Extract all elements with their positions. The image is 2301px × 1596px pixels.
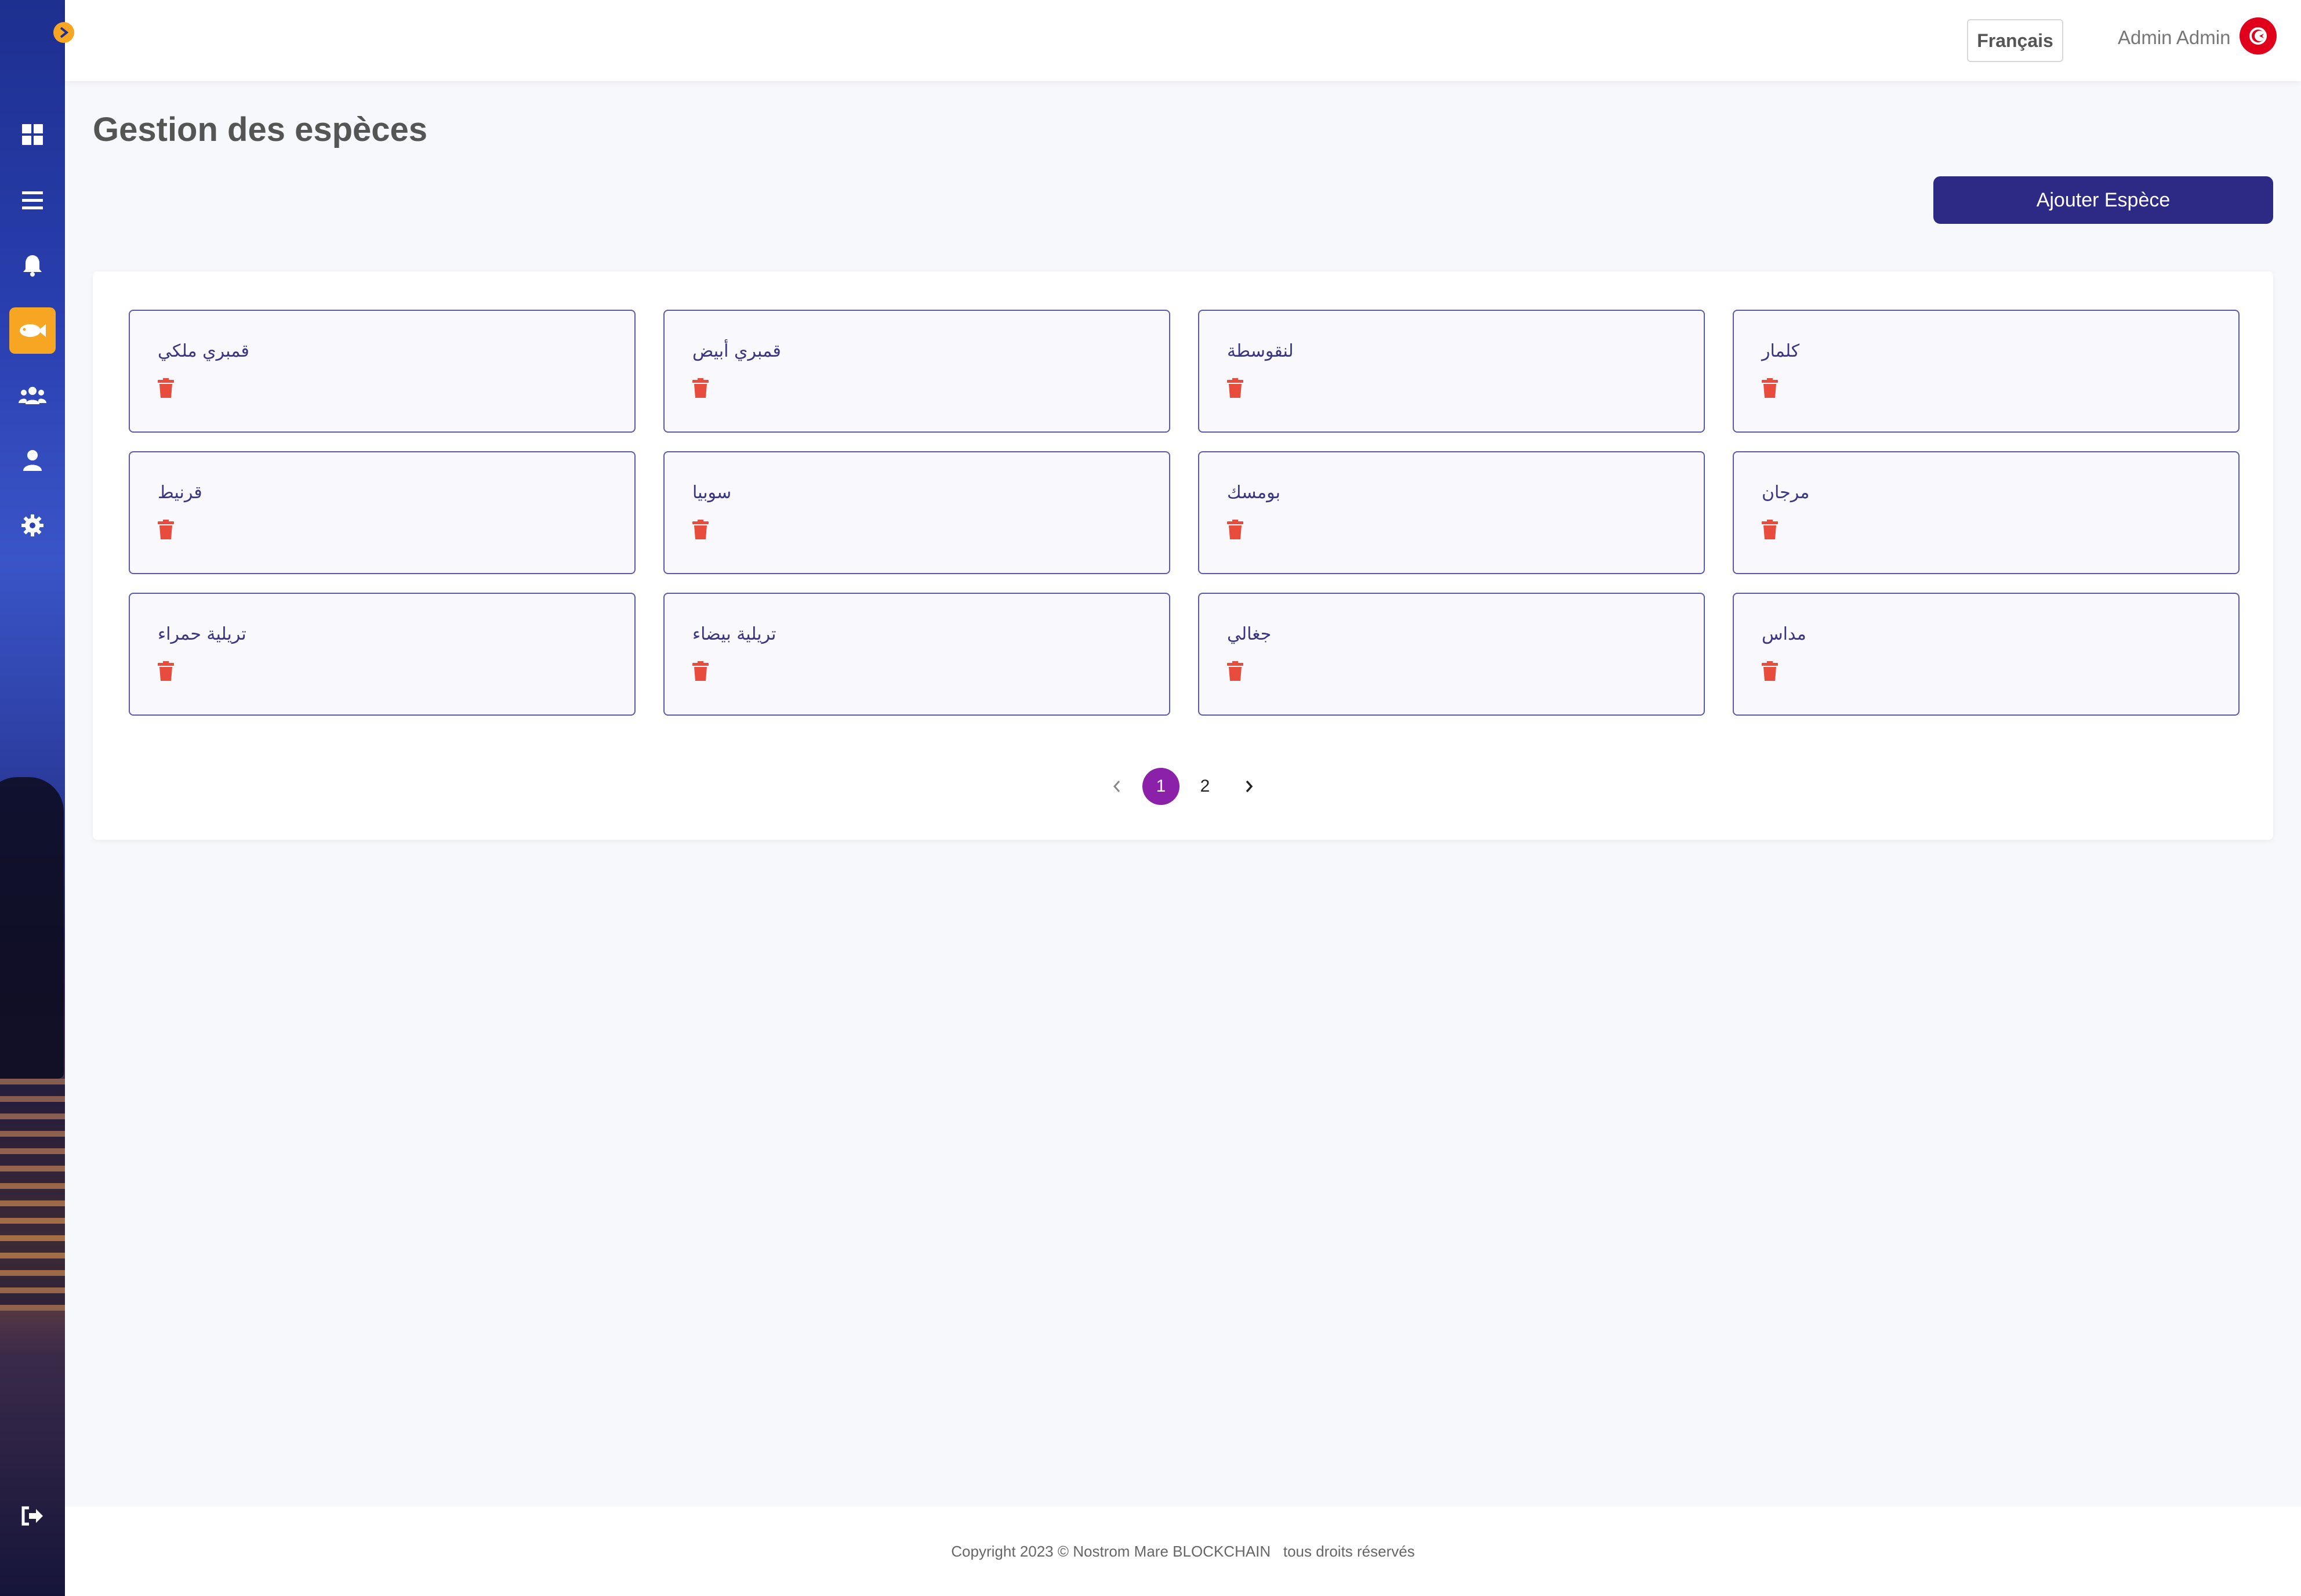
footer: Copyright 2023 © Nostrom Mare BLOCKCHAIN… xyxy=(65,1507,2301,1596)
user-name[interactable]: Admin Admin xyxy=(2118,27,2230,49)
delete-species-button[interactable] xyxy=(1762,378,1781,400)
page-button-1[interactable]: 1 xyxy=(1142,768,1179,805)
species-card[interactable]: سوبيا xyxy=(663,451,1170,574)
delete-species-button[interactable] xyxy=(692,661,712,683)
background-reflection xyxy=(0,1079,65,1311)
language-selector[interactable]: Français xyxy=(1967,19,2063,62)
species-card[interactable]: كلمار xyxy=(1733,310,2240,433)
species-name: سوبيا xyxy=(692,483,732,503)
species-panel: قمبري ملكي قمبري أبيض لنقوسطة كلمار قرنيط سوب… xyxy=(93,271,2273,840)
page-title: Gestion des espèces xyxy=(93,111,428,148)
chevron-right-icon xyxy=(60,27,69,38)
sidebar-item-menu[interactable] xyxy=(9,177,56,224)
delete-species-button[interactable] xyxy=(1762,520,1781,542)
fish-icon xyxy=(20,324,46,337)
trash-icon xyxy=(158,661,174,681)
trash-icon xyxy=(158,378,174,398)
menu-icon xyxy=(22,191,43,209)
chevron-left-icon xyxy=(1113,781,1120,792)
species-name: بومسك xyxy=(1227,483,1280,503)
species-card[interactable]: قمبري أبيض xyxy=(663,310,1170,433)
species-name: مداس xyxy=(1762,624,1806,644)
background-silhouette xyxy=(0,777,64,1079)
next-page-button[interactable] xyxy=(1231,768,1268,805)
species-name: تريلية حمراء xyxy=(158,624,246,644)
trash-icon xyxy=(158,520,174,539)
delete-species-button[interactable] xyxy=(692,520,712,542)
sidebar-item-dashboard[interactable] xyxy=(9,111,56,158)
species-name: لنقوسطة xyxy=(1227,341,1294,361)
top-header: Français Admin Admin xyxy=(65,0,2301,81)
species-card[interactable]: بومسك xyxy=(1198,451,1705,574)
user-icon xyxy=(23,450,42,471)
tunisia-flag-icon xyxy=(2240,17,2277,55)
species-name: قمبري ملكي xyxy=(158,341,249,361)
chevron-right-icon xyxy=(1246,780,1253,793)
species-card[interactable]: مرجان xyxy=(1733,451,2240,574)
species-name: تريلية بيضاء xyxy=(692,624,776,644)
species-name: جغالي xyxy=(1227,624,1272,644)
species-card[interactable]: لنقوسطة xyxy=(1198,310,1705,433)
delete-species-button[interactable] xyxy=(1227,378,1247,400)
delete-species-button[interactable] xyxy=(158,378,177,400)
trash-icon xyxy=(1762,378,1778,398)
page-button-2[interactable]: 2 xyxy=(1186,768,1224,805)
sidebar-item-users[interactable] xyxy=(9,372,56,419)
delete-species-button[interactable] xyxy=(1227,520,1247,542)
copyright-text: Copyright 2023 © Nostrom Mare BLOCKCHAIN… xyxy=(951,1542,1415,1560)
species-card[interactable]: جغالي xyxy=(1198,593,1705,716)
users-icon xyxy=(19,387,46,404)
species-name: مرجان xyxy=(1762,483,1810,503)
species-card[interactable]: قمبري ملكي xyxy=(129,310,636,433)
gear-icon xyxy=(21,514,43,536)
logout-icon xyxy=(21,1506,43,1526)
trash-icon xyxy=(1227,378,1243,398)
trash-icon xyxy=(692,520,709,539)
species-card[interactable]: تريلية بيضاء xyxy=(663,593,1170,716)
sidebar-toggle-button[interactable] xyxy=(53,22,74,43)
sidebar-item-profile[interactable] xyxy=(9,437,56,484)
species-card[interactable]: تريلية حمراء xyxy=(129,593,636,716)
delete-species-button[interactable] xyxy=(158,520,177,542)
add-species-button[interactable]: Ajouter Espèce xyxy=(1933,176,2273,224)
bell-icon xyxy=(23,255,42,277)
trash-icon xyxy=(1227,661,1243,681)
sidebar xyxy=(0,0,65,1596)
dashboard-icon xyxy=(22,124,43,145)
logout-button[interactable] xyxy=(9,1493,56,1539)
species-card[interactable]: قرنيط xyxy=(129,451,636,574)
trash-icon xyxy=(692,661,709,681)
delete-species-button[interactable] xyxy=(1762,661,1781,683)
pagination: 1 2 xyxy=(93,768,2273,805)
delete-species-button[interactable] xyxy=(692,378,712,400)
trash-icon xyxy=(1762,661,1778,681)
species-name: قرنيط xyxy=(158,483,202,503)
delete-species-button[interactable] xyxy=(1227,661,1247,683)
species-grid: قمبري ملكي قمبري أبيض لنقوسطة كلمار قرنيط سوب… xyxy=(129,310,2240,716)
sidebar-item-settings[interactable] xyxy=(9,502,56,549)
trash-icon xyxy=(1762,520,1778,539)
trash-icon xyxy=(692,378,709,398)
trash-icon xyxy=(1227,520,1243,539)
sidebar-item-notifications[interactable] xyxy=(9,242,56,289)
sidebar-item-species[interactable] xyxy=(9,307,56,354)
delete-species-button[interactable] xyxy=(158,661,177,683)
species-name: قمبري أبيض xyxy=(692,341,781,361)
species-name: كلمار xyxy=(1762,341,1800,361)
species-card[interactable]: مداس xyxy=(1733,593,2240,716)
previous-page-button[interactable] xyxy=(1098,768,1135,805)
